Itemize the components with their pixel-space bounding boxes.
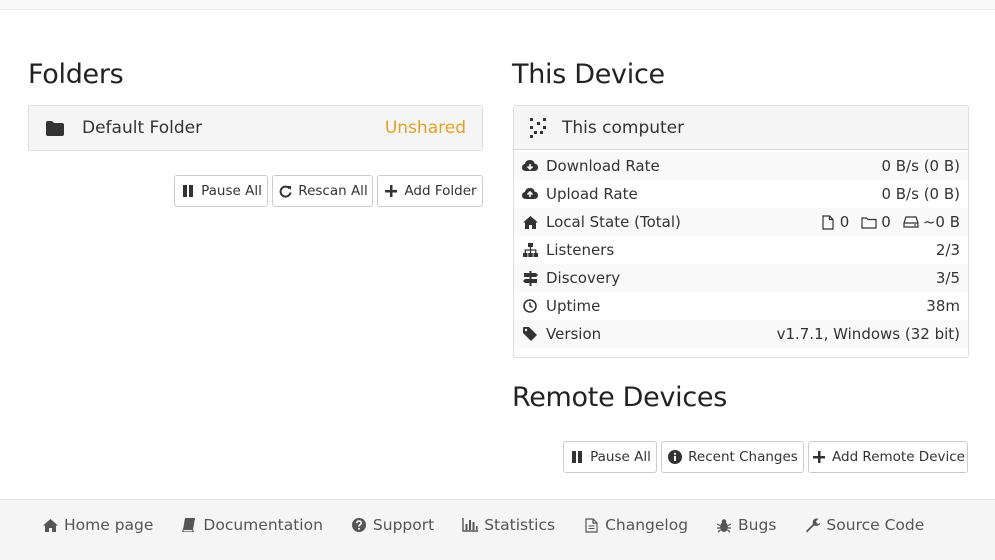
plus-icon — [383, 183, 399, 199]
footer-link-label: Changelog — [605, 516, 689, 534]
folder-status-badge: Unshared — [384, 118, 466, 138]
footer-link-label: Bugs — [738, 516, 777, 534]
add-folder-label: Add Folder — [404, 183, 477, 199]
plus-icon — [811, 449, 827, 465]
folder-panel-header[interactable]: Default Folder Unshared — [29, 106, 482, 150]
stat-row-download-rate: Download Rate 0 B/s (0 B) — [514, 152, 968, 180]
footer-link-label: Documentation — [203, 516, 323, 534]
local-files-count: 0 — [839, 213, 850, 231]
footer-links: Home page Documentation Support Statisti… — [42, 516, 924, 534]
devices-pause-all-label: Pause All — [590, 449, 651, 465]
recent-changes-label: Recent Changes — [688, 449, 798, 465]
rescan-all-label: Rescan All — [298, 183, 368, 199]
folder-name: Default Folder — [82, 118, 203, 138]
home-icon — [42, 517, 58, 533]
question-circle-icon — [351, 517, 367, 533]
add-remote-device-button[interactable]: Add Remote Device — [808, 441, 968, 473]
device-stats-list: Download Rate 0 B/s (0 B) Upload Rate 0 … — [514, 150, 968, 350]
folders-pause-all-label: Pause All — [201, 183, 262, 199]
file-icon — [820, 214, 836, 230]
top-navbar — [0, 0, 995, 10]
stat-row-upload-rate: Upload Rate 0 B/s (0 B) — [514, 180, 968, 208]
local-size: ~0 B — [922, 213, 960, 231]
folder-outline-icon — [861, 214, 877, 230]
pause-icon — [569, 449, 585, 465]
stat-label: Discovery — [546, 269, 621, 287]
this-device-name: This computer — [562, 117, 685, 138]
add-folder-button[interactable]: Add Folder — [377, 175, 483, 207]
tag-icon — [522, 326, 538, 342]
pause-icon — [180, 183, 196, 199]
folder-icon — [45, 120, 65, 136]
stat-label: Uptime — [546, 297, 601, 315]
remote-devices-title: Remote Devices — [512, 382, 727, 413]
upload-rate-value: 0 B/s (0 B) — [881, 185, 960, 203]
sitemap-icon — [522, 242, 538, 258]
stat-label: Upload Rate — [546, 185, 638, 203]
local-dirs-count: 0 — [881, 213, 891, 231]
version-value: v1.7.1, Windows (32 bit) — [776, 325, 960, 343]
discovery-value: 3/5 — [935, 269, 960, 287]
rescan-all-button[interactable]: Rescan All — [272, 175, 373, 207]
bug-icon — [716, 517, 732, 533]
stat-row-uptime: Uptime 38m — [514, 292, 968, 320]
footer-link-label: Home page — [64, 516, 154, 534]
info-circle-icon — [667, 449, 683, 465]
wrench-icon — [804, 517, 820, 533]
footer-link-home[interactable]: Home page — [42, 516, 153, 534]
footer-link-documentation[interactable]: Documentation — [181, 516, 323, 534]
hdd-icon — [903, 214, 919, 230]
book-icon — [181, 517, 197, 533]
folders-pause-all-button[interactable]: Pause All — [174, 175, 268, 207]
listeners-value: 2/3 — [935, 241, 960, 259]
this-device-panel: This computer Download Rate 0 B/s (0 B) … — [513, 105, 969, 358]
stat-row-discovery: Discovery 3/5 — [514, 264, 968, 292]
stat-row-local-state: Local State (Total) 0 0 ~0 B — [514, 208, 968, 236]
footer-link-source-code[interactable]: Source Code — [804, 516, 924, 534]
home-icon — [522, 214, 538, 230]
folders-title: Folders — [28, 59, 124, 90]
cloud-download-icon — [522, 158, 538, 174]
footer-link-changelog[interactable]: Changelog — [583, 516, 688, 534]
this-device-header[interactable]: This computer — [514, 106, 968, 150]
add-remote-device-label: Add Remote Device — [832, 449, 965, 465]
footer-link-label: Source Code — [826, 516, 925, 534]
recent-changes-button[interactable]: Recent Changes — [661, 441, 804, 473]
download-rate-value: 0 B/s (0 B) — [881, 157, 960, 175]
footer-link-label: Support — [372, 516, 435, 534]
footer-link-label: Statistics — [484, 516, 556, 534]
footer-link-support[interactable]: Support — [351, 516, 434, 534]
device-identicon — [528, 117, 548, 138]
footer: Home page Documentation Support Statisti… — [0, 499, 995, 560]
stat-row-version: Version v1.7.1, Windows (32 bit) — [514, 320, 968, 348]
stat-label: Local State (Total) — [546, 213, 681, 231]
signpost-icon — [522, 270, 538, 286]
local-state-value: 0 0 ~0 B — [820, 213, 960, 231]
stat-row-listeners: Listeners 2/3 — [514, 236, 968, 264]
bar-chart-icon — [462, 517, 479, 533]
stat-label: Listeners — [546, 241, 615, 259]
refresh-icon — [277, 183, 293, 199]
devices-pause-all-button[interactable]: Pause All — [563, 441, 657, 473]
clock-icon — [522, 298, 538, 314]
footer-link-statistics[interactable]: Statistics — [462, 516, 555, 534]
stat-label: Version — [546, 325, 602, 343]
footer-link-bugs[interactable]: Bugs — [716, 516, 776, 534]
folder-panel-default[interactable]: Default Folder Unshared — [28, 105, 483, 151]
this-device-title: This Device — [512, 59, 665, 90]
uptime-value: 38m — [926, 297, 960, 315]
cloud-upload-icon — [522, 186, 538, 202]
stat-label: Download Rate — [546, 157, 660, 175]
file-text-icon — [583, 517, 599, 533]
